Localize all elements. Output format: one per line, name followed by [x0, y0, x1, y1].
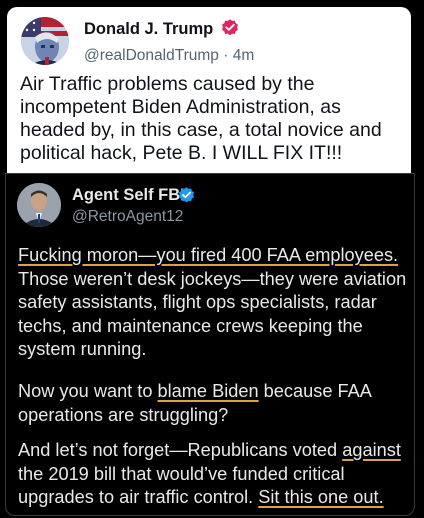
paragraph-text: Those weren’t desk jockeys—they were avi… — [18, 268, 407, 360]
paragraph-text: And let’s not forget—Republicans voted — [18, 440, 343, 460]
reply-paragraph-2: Now you want to blame Biden because FAA … — [18, 380, 412, 427]
author-handle[interactable]: @realDonaldTrump — [84, 47, 219, 64]
handle-row: @realDonaldTrump · 4m — [84, 47, 254, 65]
paragraph-text: Now you want to — [18, 381, 158, 401]
separator: · — [223, 47, 229, 64]
underlined-phrase: blame Biden — [157, 381, 259, 401]
original-post: Donald J. Trump @realDonaldTrump · 4m Ai… — [7, 7, 411, 173]
verified-badge-icon — [178, 187, 195, 203]
reply-paragraph-1: Fucking moron—you fired 400 FAA employee… — [18, 244, 412, 362]
reply-paragraph-3: And let’s not forget—Republicans voted a… — [18, 439, 412, 510]
post-time[interactable]: 4m — [233, 47, 255, 64]
underlined-phrase: against — [342, 440, 401, 460]
underlined-phrase: Sit this one out. — [258, 487, 384, 507]
reply-author-handle[interactable]: @RetroAgent12 — [72, 208, 183, 226]
post-text: Air Traffic problems caused by the incom… — [20, 73, 382, 164]
verified-badge-icon — [222, 19, 238, 36]
reply-post: Agent Self FBI @RetroAgent12 Fucking mor… — [5, 173, 415, 516]
underlined-phrase: Fucking moron—you fired 400 FAA employee… — [18, 245, 399, 265]
trump-avatar[interactable] — [21, 17, 69, 65]
reply-author-name[interactable]: Agent Self FBI — [72, 186, 185, 205]
agent-avatar[interactable] — [17, 183, 61, 227]
author-name[interactable]: Donald J. Trump — [84, 20, 213, 39]
